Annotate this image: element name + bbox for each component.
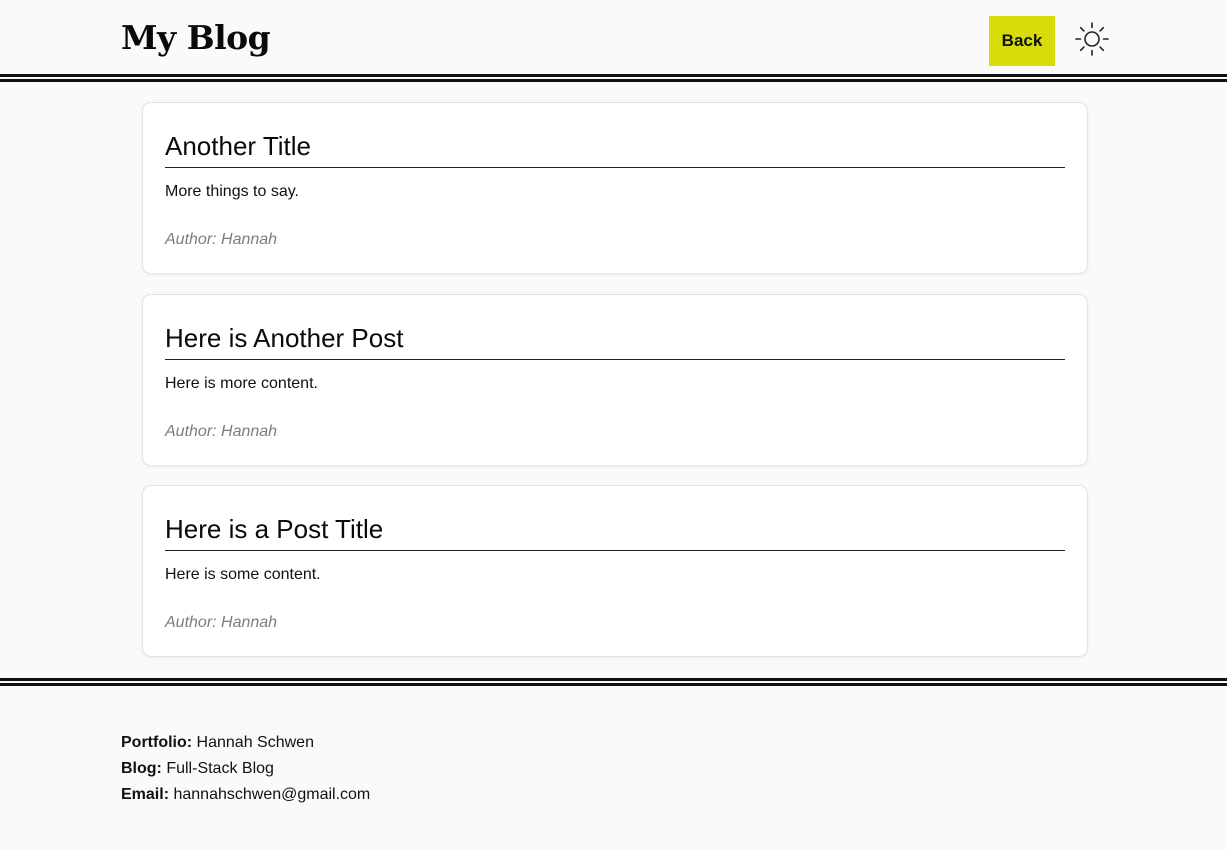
footer-portfolio-label: Portfolio: (121, 734, 193, 751)
post-body: Here is more content. (165, 375, 318, 392)
footer-email-label: Email: (121, 786, 170, 803)
post-card[interactable]: Here is Another Post Here is more conten… (142, 294, 1088, 466)
footer-email: Email: hannahschwen@gmail.com (121, 782, 1227, 808)
post-card[interactable]: Here is a Post Title Here is some conten… (142, 485, 1088, 657)
footer-email-value[interactable]: hannahschwen@gmail.com (173, 786, 370, 803)
site-header: My Blog Back (0, 0, 1227, 74)
header-divider (0, 74, 1227, 82)
post-body: Here is some content. (165, 566, 321, 583)
post-card[interactable]: Another Title More things to say. Author… (142, 102, 1088, 274)
theme-toggle-button[interactable] (1074, 21, 1110, 57)
post-title: Here is a Post Title (165, 512, 1065, 551)
post-list: Another Title More things to say. Author… (0, 82, 1227, 678)
site-footer: Portfolio: Hannah Schwen Blog: Full-Stac… (0, 686, 1227, 808)
post-author: Author: Hannah (165, 231, 278, 248)
footer-portfolio-value[interactable]: Hannah Schwen (197, 734, 314, 751)
post-author: Author: Hannah (165, 423, 278, 440)
post-author: Author: Hannah (165, 614, 278, 631)
sun-icon (1075, 22, 1109, 56)
back-button[interactable]: Back (989, 16, 1055, 66)
footer-divider (0, 678, 1227, 686)
footer-blog-value[interactable]: Full-Stack Blog (166, 760, 274, 777)
site-title: My Blog (121, 18, 271, 57)
footer-blog-label: Blog: (121, 760, 162, 777)
post-title: Here is Another Post (165, 321, 1065, 360)
footer-portfolio: Portfolio: Hannah Schwen (121, 730, 1227, 756)
footer-blog: Blog: Full-Stack Blog (121, 756, 1227, 782)
post-body: More things to say. (165, 183, 299, 200)
post-title: Another Title (165, 129, 1065, 168)
